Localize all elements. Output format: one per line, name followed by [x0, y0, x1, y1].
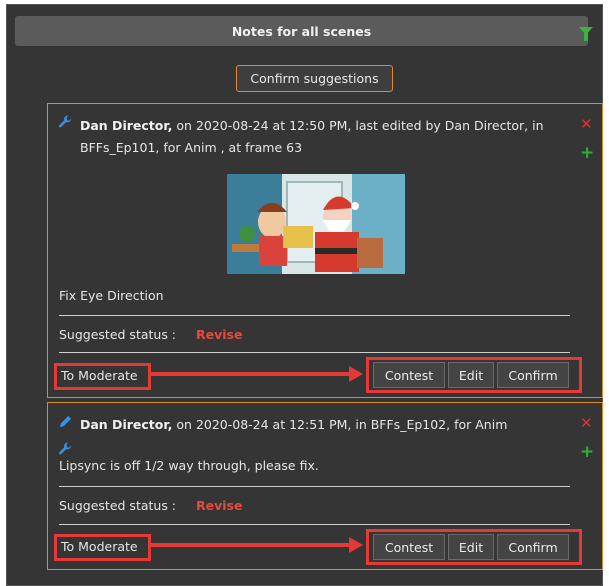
note-author: Dan Director,: [80, 118, 173, 133]
pencil-icon: [59, 415, 72, 428]
close-icon[interactable]: ✕: [580, 414, 593, 432]
suggested-status-label: Suggested status :: [59, 327, 177, 342]
contest-button[interactable]: Contest: [373, 362, 445, 388]
note-text: Fix Eye Direction: [59, 288, 164, 303]
annotation-arrow: [151, 543, 351, 547]
suggested-status-value: Revise: [196, 327, 243, 342]
divider: [59, 315, 570, 316]
note-meta-2: BFFs_Ep101, for Anim , at frame 63: [80, 140, 303, 155]
edit-button[interactable]: Edit: [448, 362, 494, 388]
annotation-arrow-head: [349, 537, 363, 553]
to-moderate-label: To Moderate: [54, 363, 151, 390]
panel-title: Notes for all scenes: [15, 16, 588, 46]
annotation-arrow-head: [349, 366, 363, 382]
contest-button[interactable]: Contest: [373, 534, 445, 560]
wrench-icon: [59, 442, 72, 455]
confirm-button[interactable]: Confirm: [497, 362, 569, 388]
to-moderate-label: To Moderate: [54, 534, 151, 561]
wrench-icon: [59, 115, 72, 128]
note-meta: on 2020-08-24 at 12:51 PM, in BFFs_Ep102…: [172, 417, 508, 432]
divider: [59, 486, 570, 487]
suggested-status-value: Revise: [196, 498, 243, 513]
edit-button[interactable]: Edit: [448, 534, 494, 560]
plus-icon[interactable]: +: [580, 442, 594, 462]
note-author-line: Dan Director, on 2020-08-24 at 12:50 PM,…: [80, 115, 560, 159]
divider: [59, 524, 570, 525]
note-thumbnail-image: [227, 174, 405, 274]
moderation-actions: Contest Edit Confirm: [366, 357, 582, 393]
confirm-button[interactable]: Confirm: [497, 534, 569, 560]
note-author-line: Dan Director, on 2020-08-24 at 12:51 PM,…: [80, 414, 560, 436]
note-text: Lipsync is off 1/2 way through, please f…: [59, 458, 319, 473]
close-icon[interactable]: ✕: [580, 115, 593, 133]
plus-icon[interactable]: +: [580, 143, 594, 163]
suggested-status-label: Suggested status :: [59, 498, 177, 513]
note-meta: on 2020-08-24 at 12:50 PM, last edited b…: [172, 118, 544, 133]
note-author: Dan Director,: [80, 417, 173, 432]
divider: [59, 352, 570, 353]
confirm-suggestions-button[interactable]: Confirm suggestions: [236, 65, 393, 92]
moderation-actions: Contest Edit Confirm: [366, 529, 582, 565]
panel-title-text: Notes for all scenes: [231, 23, 372, 39]
annotation-arrow: [151, 372, 351, 376]
note-thumbnail[interactable]: [227, 174, 405, 274]
